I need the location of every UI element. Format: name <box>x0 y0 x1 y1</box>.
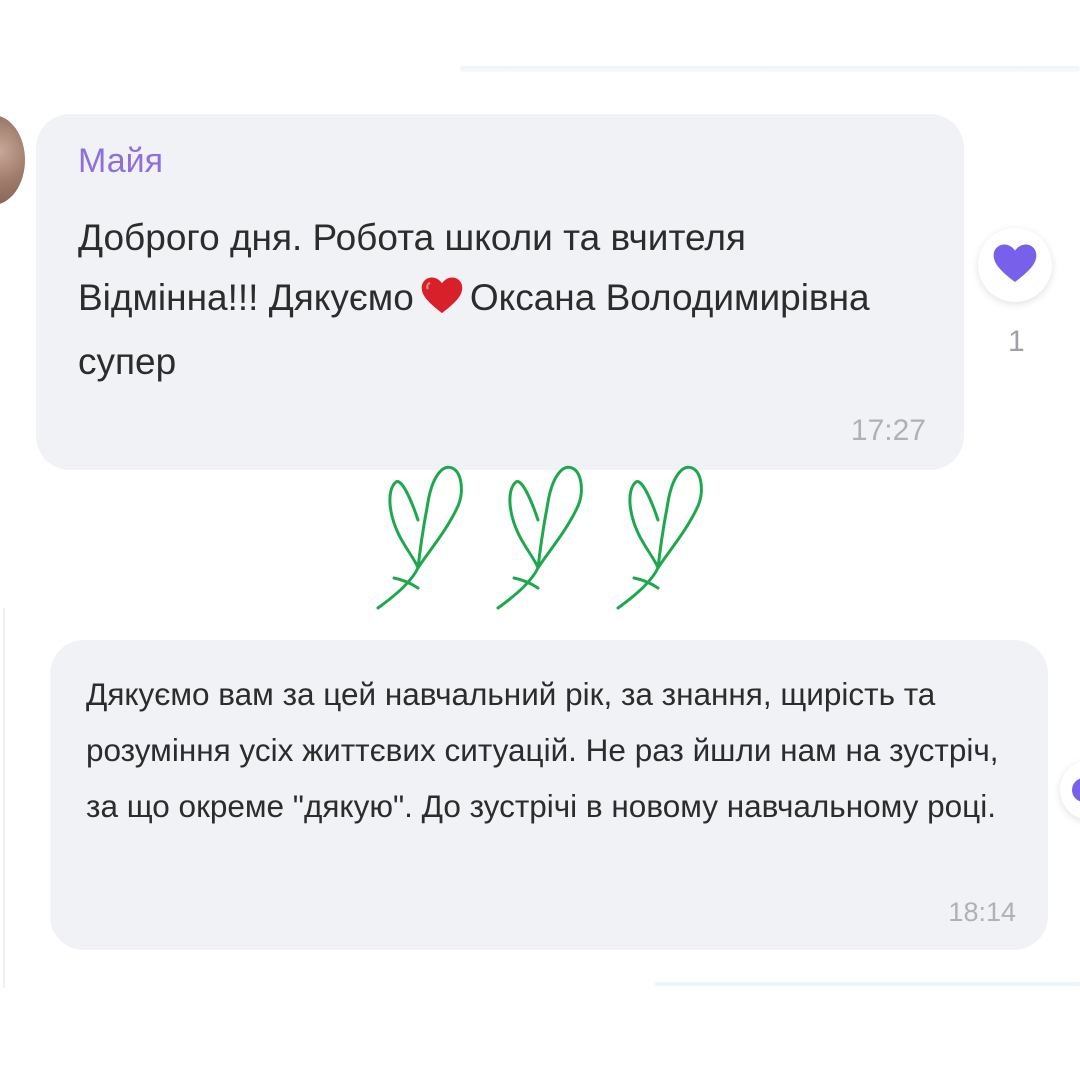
reaction-count: 1 <box>1008 325 1025 358</box>
left-divider <box>3 608 5 988</box>
purple-heart-icon <box>1072 778 1080 802</box>
message-text: Доброго дня. Робота школи та вчителя Від… <box>78 208 918 392</box>
message-time: 17:27 <box>850 414 926 447</box>
message-bubble[interactable]: Майя Доброго дня. Робота школи та вчител… <box>36 114 964 470</box>
doodle-heart <box>376 465 463 610</box>
message-bubble[interactable]: Дякуємо вам за цей навчальний рік, за зн… <box>50 640 1048 950</box>
reaction-button[interactable] <box>1060 760 1080 820</box>
doodle-heart <box>616 465 703 610</box>
bottom-divider <box>655 982 1080 986</box>
red-heart-icon <box>420 272 464 332</box>
green-hearts-doodle <box>376 465 703 610</box>
purple-heart-icon <box>992 243 1038 288</box>
sender-name[interactable]: Майя <box>78 142 163 181</box>
message-text: Дякуємо вам за цей навчальний рік, за зн… <box>86 676 999 824</box>
reaction-button[interactable] <box>978 228 1052 302</box>
avatar[interactable] <box>0 115 25 205</box>
doodle-heart <box>496 465 583 610</box>
top-divider <box>460 66 1080 72</box>
message-time: 18:14 <box>948 897 1016 927</box>
